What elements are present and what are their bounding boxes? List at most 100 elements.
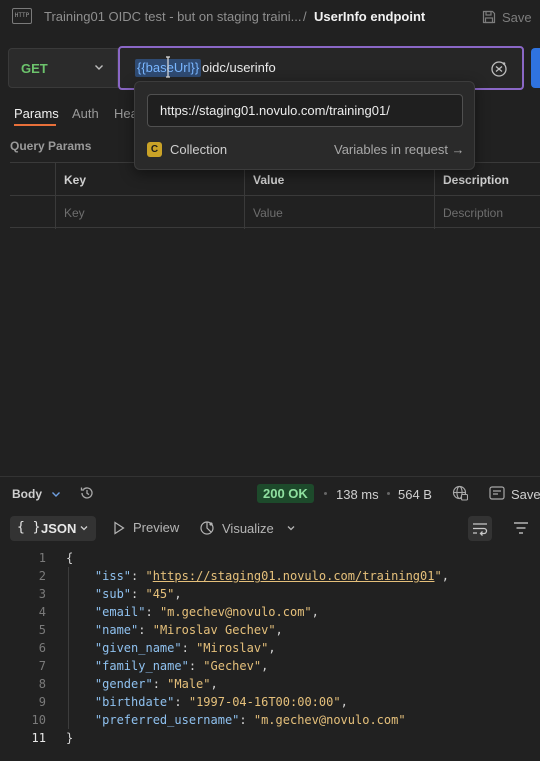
chevron-down-icon bbox=[80, 526, 88, 531]
visualize-icon bbox=[200, 521, 214, 535]
code-text: "gender": "Male", bbox=[94, 677, 218, 691]
tab-params[interactable]: Params bbox=[14, 106, 59, 121]
code-line: 2 "iss": "https://staging01.novulo.com/t… bbox=[0, 567, 540, 585]
format-label: JSON bbox=[41, 521, 77, 536]
line-number: 6 bbox=[38, 641, 46, 655]
query-params-title: Query Params bbox=[10, 139, 92, 153]
line-number: 11 bbox=[31, 731, 46, 745]
variable-scope-label: Collection bbox=[170, 142, 228, 157]
query-params-table: Key Value Description Key Value Descript… bbox=[10, 162, 540, 229]
chevron-down-icon[interactable] bbox=[50, 488, 62, 500]
json-key: "family_name" bbox=[94, 659, 189, 673]
line-number: 9 bbox=[38, 695, 46, 709]
param-value-input[interactable]: Value bbox=[244, 196, 434, 229]
separator-dot bbox=[387, 492, 390, 495]
json-key: "iss" bbox=[94, 569, 132, 583]
preview-button[interactable]: Preview bbox=[113, 520, 179, 535]
code-text: "iss": "https://staging01.novulo.com/tra… bbox=[94, 569, 449, 583]
method-label: GET bbox=[21, 61, 48, 76]
code-text: "preferred_username": "m.gechev@novulo.c… bbox=[94, 713, 406, 727]
json-key: "preferred_username" bbox=[94, 713, 240, 727]
http-request-icon: HTTP bbox=[12, 8, 32, 24]
line-number: 2 bbox=[38, 569, 46, 583]
method-select[interactable]: GET bbox=[8, 48, 118, 88]
save-response-button[interactable]: Save bbox=[511, 487, 540, 502]
filter-icon[interactable] bbox=[512, 520, 530, 536]
variable-value-field[interactable]: https://staging01.novulo.com/training01/ bbox=[147, 94, 463, 127]
json-value: "Gechev" bbox=[203, 659, 262, 673]
json-key: "sub" bbox=[94, 587, 132, 601]
code-line: 4 "email": "m.gechev@novulo.com", bbox=[0, 603, 540, 621]
code-line: 3 "sub": "45", bbox=[0, 585, 540, 603]
code-line: 6 "given_name": "Miroslav", bbox=[0, 639, 540, 657]
breadcrumb-separator: / bbox=[303, 9, 307, 24]
header-bar: HTTP Training01 OIDC test - but on stagi… bbox=[0, 0, 540, 34]
json-value: "Miroslav" bbox=[196, 641, 269, 655]
response-divider[interactable] bbox=[0, 476, 540, 477]
breadcrumb-parent[interactable]: Training01 OIDC test - but on staging tr… bbox=[44, 9, 301, 24]
line-number: 4 bbox=[38, 605, 46, 619]
globe-icon[interactable] bbox=[452, 485, 468, 501]
table-header-checkbox bbox=[10, 163, 55, 196]
code-text: } bbox=[66, 731, 74, 745]
row-checkbox[interactable] bbox=[10, 196, 55, 229]
url-path-text: oidc/userinfo bbox=[202, 60, 276, 75]
chevron-down-icon bbox=[95, 65, 103, 70]
json-key: "given_name" bbox=[94, 641, 182, 655]
code-text: "sub": "45", bbox=[94, 587, 182, 601]
line-number: 1 bbox=[38, 551, 46, 565]
code-line: 11} bbox=[0, 729, 540, 747]
wrap-lines-button[interactable] bbox=[468, 516, 492, 541]
visualize-label: Visualize bbox=[222, 520, 274, 536]
send-button[interactable] bbox=[531, 48, 540, 88]
response-time[interactable]: 138 ms bbox=[336, 487, 379, 502]
code-line: 5 "name": "Miroslav Gechev", bbox=[0, 621, 540, 639]
line-number: 8 bbox=[38, 677, 46, 691]
tab-auth[interactable]: Auth bbox=[72, 106, 99, 121]
code-line: 1{ bbox=[0, 549, 540, 567]
param-key-input[interactable]: Key bbox=[55, 196, 244, 229]
save-icon bbox=[482, 10, 496, 24]
page-title[interactable]: UserInfo endpoint bbox=[314, 9, 425, 24]
json-link-value[interactable]: https://staging01.novulo.com/training01 bbox=[153, 569, 435, 583]
json-value: "Miroslav Gechev" bbox=[152, 623, 276, 637]
line-number: 5 bbox=[38, 623, 46, 637]
variable-popover: https://staging01.novulo.com/training01/… bbox=[134, 81, 475, 170]
param-description-input[interactable]: Description bbox=[434, 196, 540, 229]
play-icon bbox=[114, 520, 125, 535]
save-label: Save bbox=[502, 9, 532, 25]
code-text: "email": "m.gechev@novulo.com", bbox=[94, 605, 319, 619]
wrap-lines-icon bbox=[473, 523, 488, 536]
save-response-icon[interactable] bbox=[489, 486, 505, 500]
save-button[interactable]: Save bbox=[482, 8, 532, 26]
response-format-select[interactable]: { } JSON bbox=[10, 516, 96, 541]
chevron-down-icon[interactable] bbox=[286, 523, 296, 533]
json-braces-icon: { } bbox=[17, 520, 41, 535]
json-key: "name" bbox=[94, 623, 139, 637]
line-number: 10 bbox=[31, 713, 46, 727]
response-size[interactable]: 564 B bbox=[398, 487, 432, 502]
separator-dot bbox=[324, 492, 327, 495]
code-line: 7 "family_name": "Gechev", bbox=[0, 657, 540, 675]
code-line: 9 "birthdate": "1997-04-16T00:00:00", bbox=[0, 693, 540, 711]
variable-icon[interactable] bbox=[490, 60, 508, 78]
status-badge[interactable]: 200 OK bbox=[257, 484, 314, 503]
json-value: "m.gechev@novulo.com" bbox=[159, 605, 312, 619]
code-text: { bbox=[66, 551, 74, 565]
history-icon[interactable] bbox=[79, 485, 95, 501]
json-value: "m.gechev@novulo.com" bbox=[253, 713, 406, 727]
variables-in-request-link[interactable]: Variables in request → bbox=[334, 142, 465, 157]
json-key: "email" bbox=[94, 605, 146, 619]
response-body-label[interactable]: Body bbox=[12, 487, 42, 501]
visualize-button[interactable]: Visualize bbox=[199, 520, 274, 536]
active-tab-indicator bbox=[14, 124, 56, 126]
code-text: "family_name": "Gechev", bbox=[94, 659, 269, 673]
code-line: 10 "preferred_username": "m.gechev@novul… bbox=[0, 711, 540, 729]
json-key: "gender" bbox=[94, 677, 153, 691]
code-text: "name": "Miroslav Gechev", bbox=[94, 623, 283, 637]
json-value: "Male" bbox=[167, 677, 211, 691]
text-cursor-icon bbox=[166, 56, 170, 78]
preview-label: Preview bbox=[133, 520, 180, 535]
json-value: "45" bbox=[145, 587, 175, 601]
json-key: "birthdate" bbox=[94, 695, 175, 709]
